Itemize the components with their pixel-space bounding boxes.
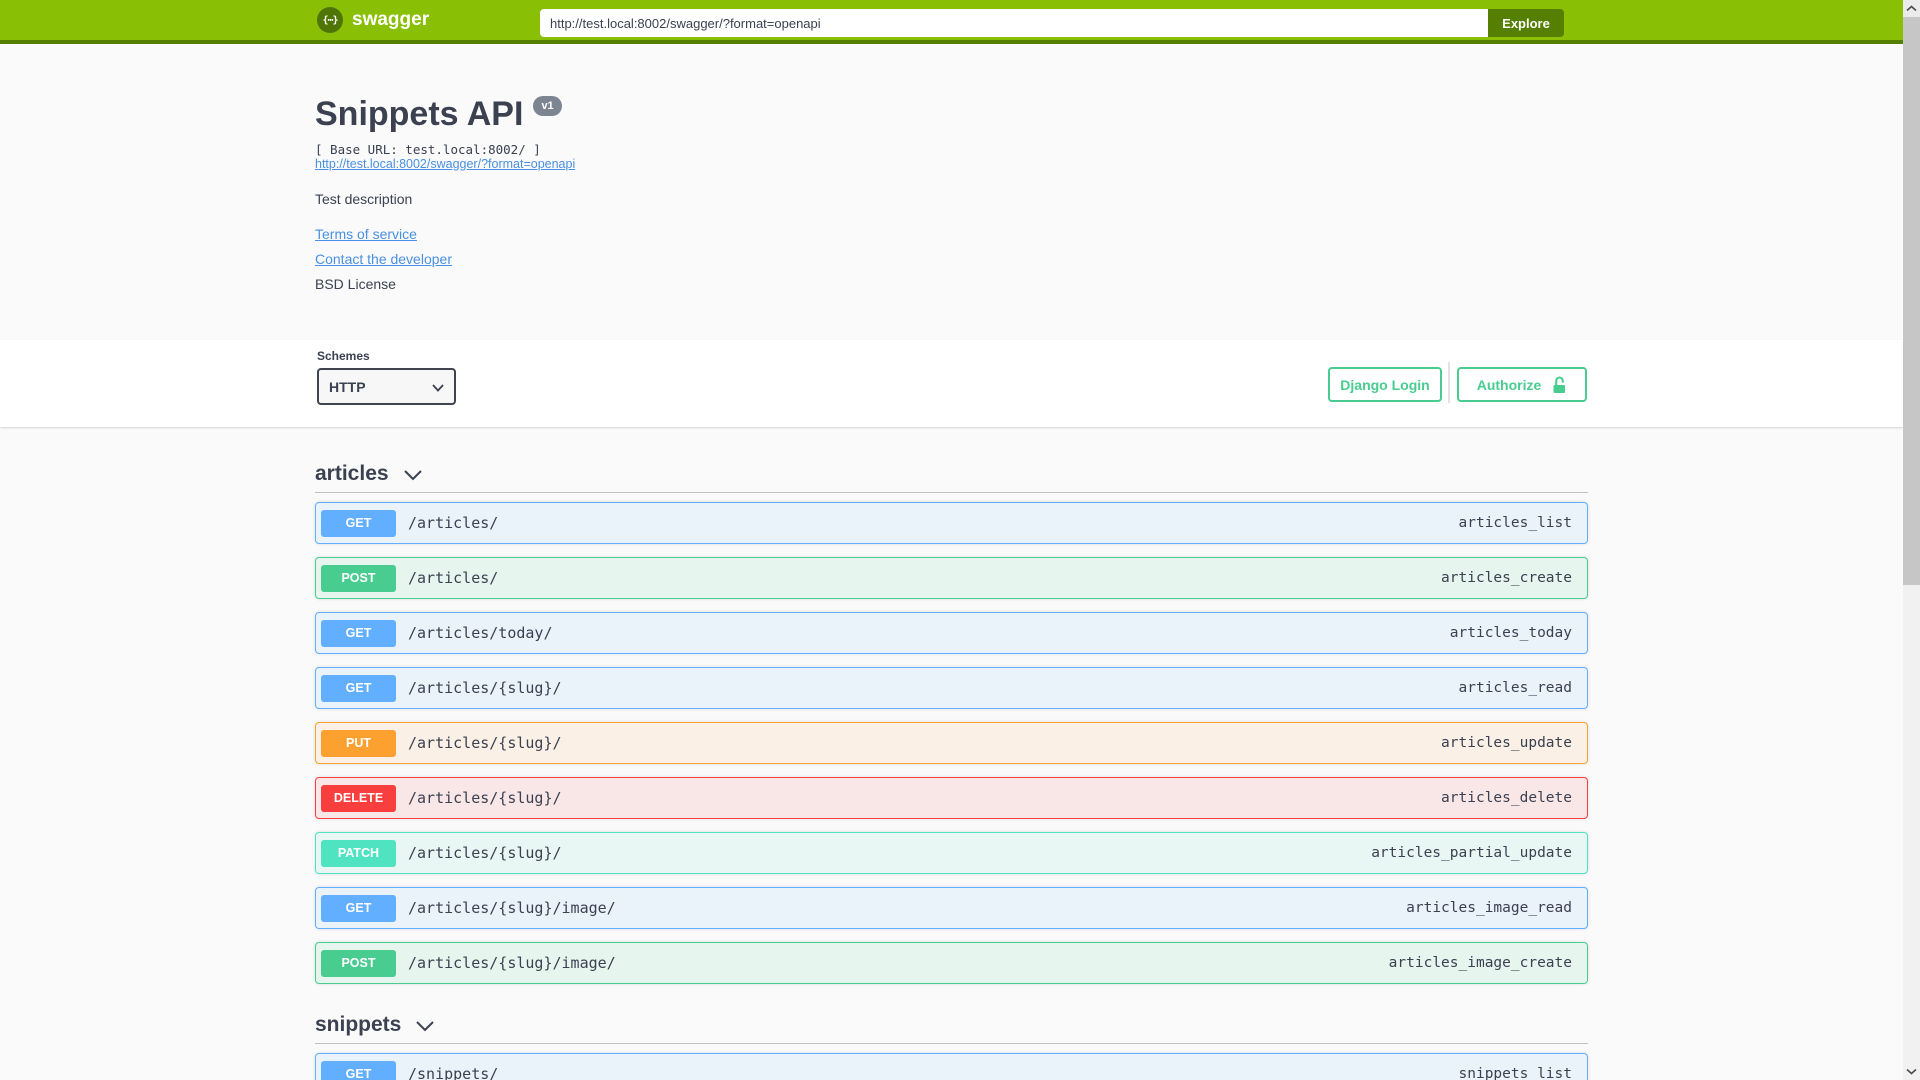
section-header-snippets[interactable]: snippets	[315, 1006, 1588, 1044]
method-badge: POST	[321, 949, 396, 977]
scrollbar-thumb[interactable]	[1903, 17, 1920, 585]
schemes-block: Schemes HTTP	[317, 349, 456, 405]
section-title: snippets	[315, 1012, 402, 1036]
sections: articles GET/articles/articles_list POST/a…	[315, 455, 1588, 1080]
api-section-snippets: snippets GET/snippets/snippets_list	[315, 1006, 1588, 1080]
operation-id: articles_image_create	[1388, 955, 1572, 971]
operation-id: snippets_list	[1458, 1066, 1573, 1080]
chevron-down-icon	[403, 469, 423, 481]
operation-path: /articles/{slug}/	[408, 679, 562, 697]
scheme-container: Schemes HTTP Django Login Authorize	[0, 340, 1920, 427]
chevron-down-icon	[415, 1020, 435, 1032]
method-badge: GET	[321, 509, 396, 537]
operation-row[interactable]: GET/snippets/snippets_list	[315, 1053, 1588, 1080]
operation-row[interactable]: POST/articles/articles_create	[315, 557, 1588, 599]
topbar: {⋯} swagger Explore	[0, 0, 1920, 44]
base-url: [ Base URL: test.local:8002/ ]	[315, 142, 541, 157]
operation-id: articles_delete	[1441, 790, 1572, 806]
operation-id: articles_image_read	[1406, 900, 1572, 916]
scrollbar-up-button[interactable]	[1903, 0, 1920, 17]
auth-divider	[1448, 362, 1450, 403]
operation-path: /articles/{slug}/image/	[408, 899, 616, 917]
django-login-label: Django Login	[1340, 376, 1430, 393]
method-badge: GET	[321, 1060, 396, 1080]
operations-list: GET/articles/articles_list POST/articles/…	[315, 493, 1588, 984]
license-label: BSD License	[315, 276, 396, 292]
scrollbar-down-button[interactable]	[1903, 1063, 1920, 1080]
operation-row[interactable]: DELETE/articles/{slug}/ articles_delete	[315, 777, 1588, 819]
operation-row[interactable]: GET/articles/today/articles_today	[315, 612, 1588, 654]
operation-row[interactable]: PUT/articles/{slug}/ articles_update	[315, 722, 1588, 764]
api-info: Snippets API v1 [ Base URL: test.local:8…	[315, 95, 1315, 315]
operation-path: /articles/{slug}/	[408, 734, 562, 752]
django-login-button[interactable]: Django Login	[1328, 367, 1442, 402]
method-badge: GET	[321, 619, 396, 647]
method-badge: DELETE	[321, 784, 396, 812]
method-badge: POST	[321, 564, 396, 592]
scrollbar-track[interactable]	[1903, 0, 1920, 1080]
section-title: articles	[315, 461, 389, 485]
operation-path: /articles/	[408, 569, 499, 587]
operation-row[interactable]: PATCH/articles/{slug}/ articles_partial_u…	[315, 832, 1588, 874]
explore-button[interactable]: Explore	[1488, 9, 1564, 37]
operation-id: articles_update	[1441, 735, 1572, 751]
operation-row[interactable]: GET/articles/{slug}/image/articles_image…	[315, 887, 1588, 929]
swagger-logo[interactable]: {⋯} swagger	[317, 7, 429, 33]
operation-row[interactable]: POST/articles/{slug}/image/articles_imag…	[315, 942, 1588, 984]
operation-id: articles_read	[1458, 680, 1573, 696]
operation-path: /articles/{slug}/	[408, 789, 562, 807]
unlock-icon	[1551, 376, 1567, 394]
schemes-selected-value: HTTP	[329, 378, 366, 395]
version-badge: v1	[533, 96, 562, 116]
chevron-down-icon	[432, 384, 444, 392]
authorize-button[interactable]: Authorize	[1457, 367, 1587, 402]
method-badge: PATCH	[321, 839, 396, 867]
terms-of-service-link[interactable]: Terms of service	[315, 226, 417, 242]
method-badge: GET	[321, 894, 396, 922]
operation-path: /articles/{slug}/image/	[408, 954, 616, 972]
spec-link[interactable]: http://test.local:8002/swagger/?format=o…	[315, 157, 575, 171]
operation-id: articles_create	[1441, 570, 1572, 586]
authorize-label: Authorize	[1476, 376, 1542, 393]
method-badge: PUT	[321, 729, 396, 757]
api-section-articles: articles GET/articles/articles_list POST/a…	[315, 455, 1588, 984]
operation-id: articles_partial_update	[1371, 845, 1572, 861]
operation-path: /snippets/	[408, 1065, 499, 1080]
operation-path: /articles/today/	[408, 624, 553, 642]
schemes-label: Schemes	[317, 349, 370, 363]
schemes-select[interactable]: HTTP	[317, 368, 456, 405]
contact-developer-link[interactable]: Contact the developer	[315, 251, 452, 267]
title-row: Snippets API v1	[315, 95, 562, 133]
page-title: Snippets API	[315, 95, 524, 133]
operation-row[interactable]: GET/articles/articles_list	[315, 502, 1588, 544]
section-header-articles[interactable]: articles	[315, 455, 1588, 493]
operations-list: GET/snippets/snippets_list	[315, 1044, 1588, 1080]
swagger-logo-icon: {⋯}	[317, 7, 343, 33]
operation-path: /articles/	[408, 514, 499, 532]
operation-id: articles_today	[1449, 625, 1572, 641]
swagger-logo-text: swagger	[352, 9, 430, 30]
operation-id: articles_list	[1458, 515, 1573, 531]
operation-row[interactable]: GET/articles/{slug}/ articles_read	[315, 667, 1588, 709]
api-description: Test description	[315, 191, 413, 207]
spec-url-input[interactable]	[540, 9, 1488, 37]
operation-path: /articles/{slug}/	[408, 844, 562, 862]
method-badge: GET	[321, 674, 396, 702]
